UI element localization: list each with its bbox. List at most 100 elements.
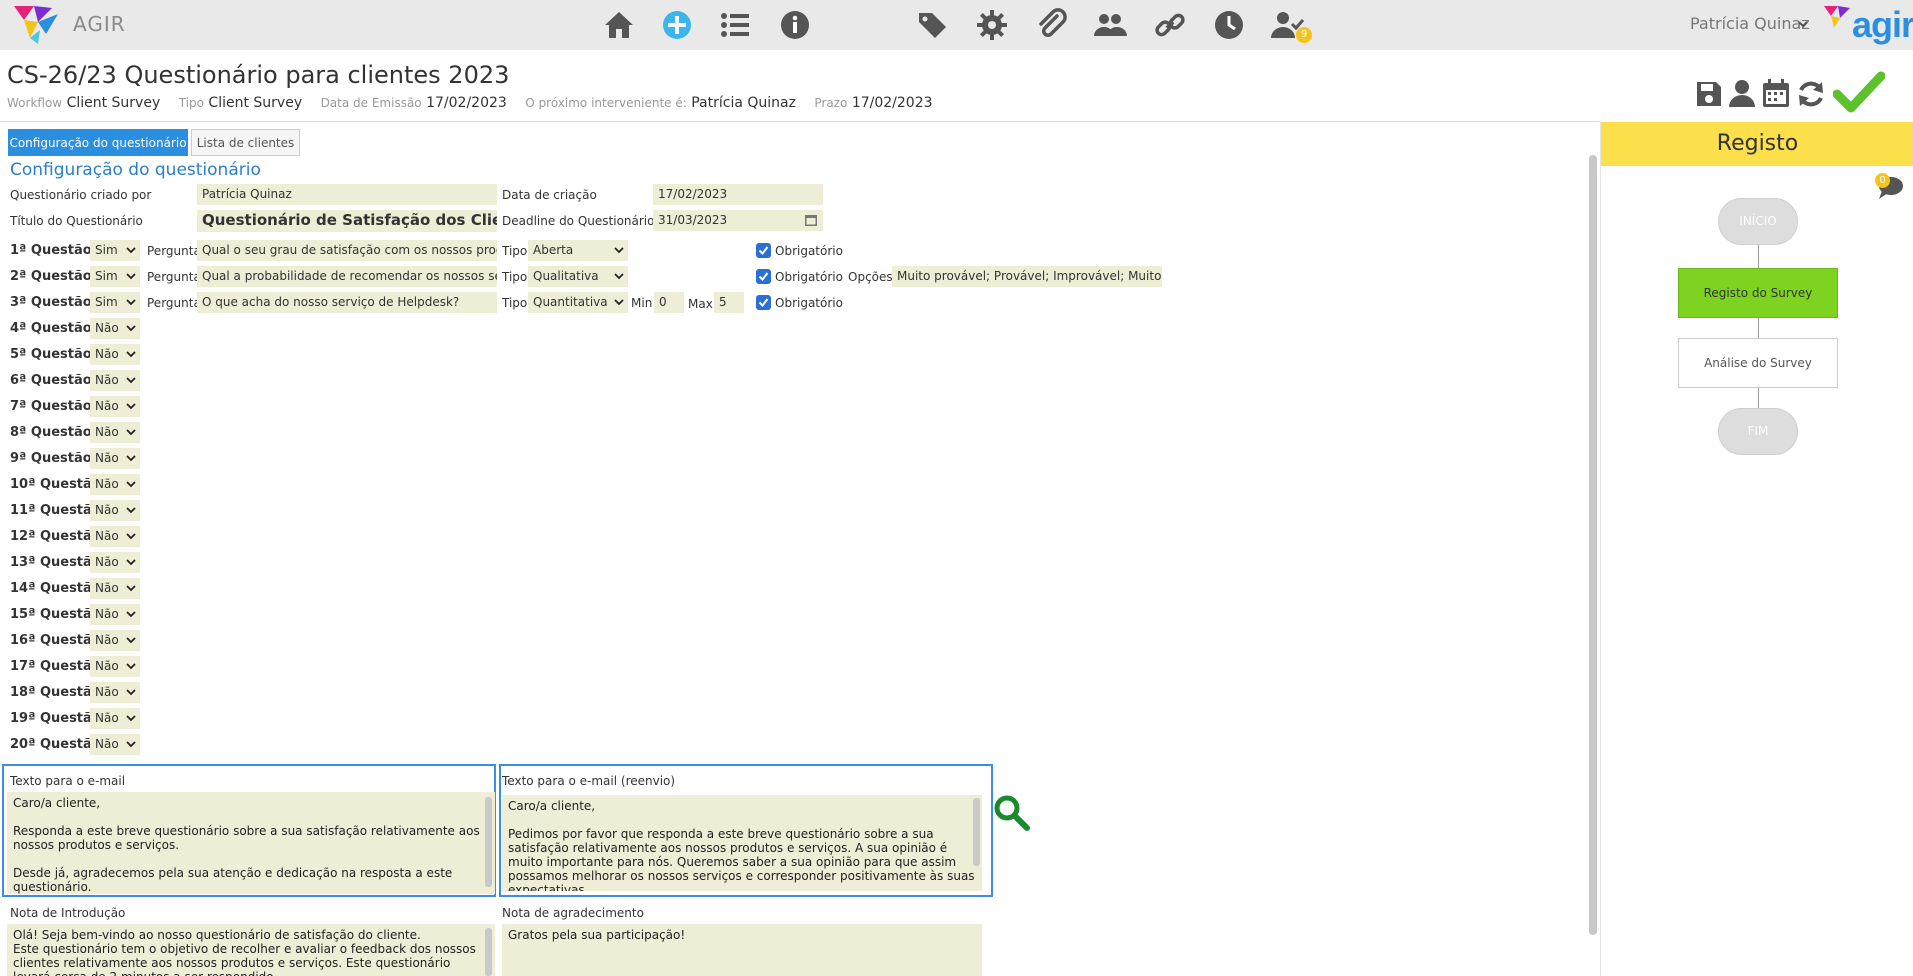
question-enabled-select[interactable]: Não xyxy=(90,370,140,391)
intro-note-textarea[interactable]: Olá! Seja bem-vindo ao nosso questionári… xyxy=(7,924,495,976)
question-enabled-value: Não xyxy=(95,685,119,699)
node-fim[interactable]: FIM xyxy=(1718,408,1798,455)
data-criacao-field[interactable]: 17/02/2023 xyxy=(653,184,823,205)
email-textarea[interactable]: Caro/a cliente, Responda a este breve qu… xyxy=(7,792,495,894)
question-label: 2ª Questão xyxy=(10,269,92,284)
question-enabled-select[interactable]: Não xyxy=(90,500,140,521)
question-enabled-select[interactable]: Não xyxy=(90,422,140,443)
pergunta-field[interactable]: Qual o seu grau de satisfação com os nos… xyxy=(197,240,497,261)
max-field[interactable]: 5 xyxy=(714,292,744,313)
pergunta-field[interactable]: O que acha do nosso serviço de Helpdesk? xyxy=(197,292,497,313)
question-enabled-select[interactable]: Não xyxy=(90,474,140,495)
checkmark-icon[interactable] xyxy=(1833,70,1885,114)
paperclip-icon[interactable] xyxy=(1035,8,1069,42)
tipo-select[interactable]: Qualitativa xyxy=(528,266,628,287)
thanks-note-textarea[interactable]: Gratos pela sua participação! xyxy=(502,924,982,976)
refresh-icon[interactable] xyxy=(1795,78,1827,110)
clock-icon[interactable] xyxy=(1212,8,1246,42)
chevron-down-icon xyxy=(126,585,136,592)
brand-logo: agir xyxy=(1852,4,1913,45)
user-icon[interactable] xyxy=(1727,78,1757,108)
question-enabled-select[interactable]: Não xyxy=(90,708,140,729)
question-enabled-value: Não xyxy=(95,399,119,413)
tipo-value: Aberta xyxy=(533,243,574,257)
emissao-value: 17/02/2023 xyxy=(426,95,507,111)
question-enabled-select[interactable]: Não xyxy=(90,604,140,625)
obrigatorio-checkbox[interactable] xyxy=(756,269,771,284)
criado-por-field[interactable]: Patrícia Quinaz xyxy=(197,184,497,205)
question-enabled-value: Sim xyxy=(95,295,118,309)
opcoes-field[interactable]: Muito provável; Provável; Improvável; Mu… xyxy=(892,266,1162,287)
node-analise-survey[interactable]: Análise do Survey xyxy=(1678,338,1838,388)
obrigatorio-label: Obrigatório xyxy=(775,270,843,284)
question-label: 11ª Questão xyxy=(10,503,101,518)
tab-configuracao[interactable]: Configuração do questionário xyxy=(8,129,188,156)
tipo-label: Tipo xyxy=(502,244,528,258)
tipo-label: Tipo xyxy=(502,270,528,284)
chevron-down-icon xyxy=(614,247,624,254)
question-enabled-value: Não xyxy=(95,373,119,387)
question-enabled-select[interactable]: Não xyxy=(90,344,140,365)
intro-textarea-scrollbar[interactable] xyxy=(485,928,492,976)
chevron-down-icon[interactable] xyxy=(1797,18,1809,30)
users-icon[interactable] xyxy=(1093,8,1127,42)
agir-logo-icon[interactable] xyxy=(12,4,62,46)
question-enabled-value: Não xyxy=(95,659,119,673)
save-icon[interactable] xyxy=(1695,80,1723,108)
question-enabled-select[interactable]: Não xyxy=(90,318,140,339)
workflow-panel: Registo INÍCIO Registo do Survey Análise… xyxy=(1600,122,1913,976)
question-enabled-select[interactable]: Não xyxy=(90,552,140,573)
deadline-field[interactable]: 31/03/2023 xyxy=(653,210,823,231)
email-textarea-scrollbar[interactable] xyxy=(485,797,492,887)
pergunta-label: Pergunta xyxy=(147,244,201,258)
question-enabled-value: Não xyxy=(95,347,119,361)
obrigatorio-checkbox[interactable] xyxy=(756,243,771,258)
titulo-field[interactable]: Questionário de Satisfação dos Clientes … xyxy=(197,210,497,232)
home-icon[interactable] xyxy=(602,8,636,42)
question-enabled-select[interactable]: Não xyxy=(90,526,140,547)
link-icon[interactable] xyxy=(1153,8,1187,42)
reenvio-textarea-scrollbar[interactable] xyxy=(973,798,980,866)
tipo-select[interactable]: Quantitativa xyxy=(528,292,628,313)
tab-lista-clientes[interactable]: Lista de clientes xyxy=(191,129,300,156)
question-enabled-select[interactable]: Não xyxy=(90,578,140,599)
tipo-select[interactable]: Aberta xyxy=(528,240,628,261)
min-field[interactable]: 0 xyxy=(654,292,684,313)
question-enabled-select[interactable]: Não xyxy=(90,630,140,651)
question-enabled-select[interactable]: Não xyxy=(90,396,140,417)
info-icon[interactable] xyxy=(778,8,812,42)
notification-badge: 9 xyxy=(1296,27,1312,43)
calendar-icon[interactable] xyxy=(1761,78,1791,108)
question-enabled-select[interactable]: Sim xyxy=(90,266,140,287)
question-enabled-select[interactable]: Sim xyxy=(90,292,140,313)
pergunta-label: Pergunta xyxy=(147,296,201,310)
question-label: 16ª Questão xyxy=(10,633,101,648)
question-label: 13ª Questão xyxy=(10,555,101,570)
question-enabled-select[interactable]: Não xyxy=(90,448,140,469)
obrigatorio-checkbox[interactable] xyxy=(756,295,771,310)
question-enabled-select[interactable]: Não xyxy=(90,734,140,755)
question-enabled-select[interactable]: Não xyxy=(90,682,140,703)
chevron-down-icon xyxy=(614,299,624,306)
list-icon[interactable] xyxy=(718,8,752,42)
user-name[interactable]: Patrícia Quinaz xyxy=(1690,14,1810,33)
add-icon[interactable] xyxy=(660,8,694,42)
calendar-icon[interactable] xyxy=(805,213,817,226)
question-label: 10ª Questão xyxy=(10,477,101,492)
tipo-value: Qualitativa xyxy=(533,269,599,283)
obrigatorio-label: Obrigatório xyxy=(775,244,843,258)
main-scrollbar-thumb[interactable] xyxy=(1589,155,1597,935)
reenvio-textarea[interactable]: Caro/a cliente, Pedimos por favor que re… xyxy=(502,795,982,891)
question-enabled-value: Não xyxy=(95,321,119,335)
next-label: O próximo interveniente é: xyxy=(525,96,687,110)
chevron-down-icon xyxy=(126,611,136,618)
question-enabled-value: Não xyxy=(95,451,119,465)
node-registo-survey[interactable]: Registo do Survey xyxy=(1678,268,1838,318)
pergunta-field[interactable]: Qual a probabilidade de recomendar os no… xyxy=(197,266,497,287)
search-icon[interactable] xyxy=(993,794,1031,832)
gear-icon[interactable] xyxy=(975,8,1009,42)
tags-icon[interactable] xyxy=(916,8,950,42)
node-inicio[interactable]: INÍCIO xyxy=(1718,198,1798,245)
question-enabled-select[interactable]: Sim xyxy=(90,240,140,261)
question-enabled-select[interactable]: Não xyxy=(90,656,140,677)
